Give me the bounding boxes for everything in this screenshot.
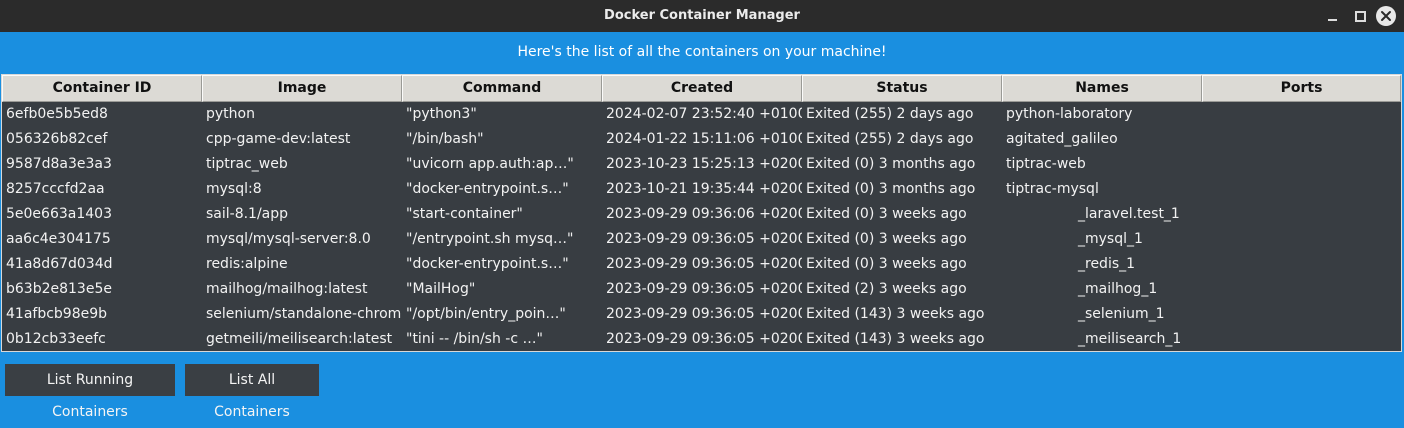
table-cell: mysql:8 [206,181,262,197]
table-cell: tiptrac_web [206,156,288,172]
list-running-containers-button[interactable]: List Running Containers [5,364,175,420]
table-cell: 2024-02-07 23:52:40 +0100 C [606,106,802,122]
table-cell: Exited (0) 3 weeks ago [806,206,967,222]
table-header: Container ID Image Command Created Status Nam… [2,75,1401,102]
table-cell: 6efb0e5b5ed8 [6,106,108,122]
column-header[interactable]: Command [402,75,602,102]
column-header[interactable]: Status [802,75,1002,102]
table-row[interactable]: b63b2e813e5e mailhog/mailhog:latest "MailH… [2,277,1401,302]
table-cell: getmeili/meilisearch:latest [206,331,393,347]
table-cell: 0b12cb33eefc [6,331,106,347]
table-cell: 2023-09-29 09:36:05 +0200 C [606,331,802,347]
table-cell [1202,202,1401,227]
table-row[interactable]: 9587d8a3e3a3 tiptrac_web "uvicorn app.auth… [2,152,1401,177]
table-cell [1202,227,1401,252]
table-cell: mailhog/mailhog:latest [206,281,368,297]
table-cell: _mailhog_1 [1078,281,1158,297]
table-cell: "docker-entrypoint.s…" [406,256,569,272]
table-cell: _meilisearch_1 [1078,331,1182,347]
table-row[interactable]: 056326b82cef cpp-game-dev:latest "/bin/bas… [2,127,1401,152]
table-cell: "/bin/bash" [406,131,484,147]
table-cell [1202,302,1401,327]
table-cell: 2024-01-22 15:11:06 +0100 C [606,131,802,147]
list-heading: Here's the list of all the containers on… [517,44,887,60]
table-row[interactable]: 6efb0e5b5ed8 python "python3" 2024-02-07 23… [2,102,1401,127]
table-cell: Exited (143) 3 weeks ago [806,331,985,347]
table-cell: 8257cccfd2aa [6,181,105,197]
table-cell [1202,152,1401,177]
table-cell [1202,327,1401,351]
table-cell: 9587d8a3e3a3 [6,156,112,172]
table-cell: Exited (255) 2 days ago [806,131,974,147]
minimize-icon[interactable] [1322,6,1342,26]
column-header[interactable]: Created [602,75,802,102]
table-cell: _redis_1 [1078,256,1136,272]
table-row[interactable]: 5e0e663a1403 sail-8.1/app "start-container… [2,202,1401,227]
table-cell: Exited (143) 3 weeks ago [806,306,985,322]
table-cell [1202,277,1401,302]
table-cell: Exited (255) 2 days ago [806,106,974,122]
table-cell: "start-container" [406,206,523,222]
window-title: Docker Container Manager [604,8,800,23]
table-cell: tiptrac-web [1006,156,1086,172]
title-bar: Docker Container Manager [0,0,1404,32]
table-cell [1202,177,1401,202]
table-cell: 2023-09-29 09:36:05 +0200 C [606,306,802,322]
table-cell: "python3" [406,106,477,122]
table-cell: Exited (0) 3 weeks ago [806,256,967,272]
close-x-glyph [1381,11,1391,21]
table-cell: _selenium_1 [1078,306,1165,322]
table-cell: 2023-09-29 09:36:05 +0200 C [606,281,802,297]
table-cell: python-laboratory [1006,106,1133,122]
column-header[interactable]: Names [1002,75,1202,102]
table-cell: Exited (0) 3 weeks ago [806,231,967,247]
table-cell: 2023-09-29 09:36:06 +0200 C [606,206,802,222]
table-cell: Exited (0) 3 months ago [806,156,976,172]
table-row[interactable]: 0b12cb33eefc getmeili/meilisearch:latest "… [2,327,1401,351]
table-cell [1202,252,1401,277]
column-header[interactable]: Ports [1202,75,1401,102]
table-cell: aa6c4e304175 [6,231,111,247]
table-cell: 2023-09-29 09:36:05 +0200 C [606,256,802,272]
table-cell: _mysql_1 [1078,231,1143,247]
table-cell: "/entrypoint.sh mysq…" [406,231,574,247]
table-row[interactable]: 8257cccfd2aa mysql:8 "docker-entrypoint.s…… [2,177,1401,202]
table-cell: tiptrac-mysql [1006,181,1099,197]
table-cell: b63b2e813e5e [6,281,112,297]
column-header[interactable]: Image [202,75,402,102]
table-cell: _laravel.test_1 [1078,206,1180,222]
table-cell: sail-8.1/app [206,206,289,222]
column-header[interactable]: Container ID [2,75,202,102]
maximize-icon[interactable] [1349,6,1369,26]
table-cell: 41a8d67d034d [6,256,113,272]
table-cell [1202,127,1401,152]
table-row[interactable]: 41a8d67d034d redis:alpine "docker-entrypoi… [2,252,1401,277]
table-cell: "uvicorn app.auth:ap…" [406,156,574,172]
table-cell [1202,102,1401,127]
table-cell: 056326b82cef [6,131,108,147]
table-cell: mysql/mysql-server:8.0 [206,231,371,247]
table-cell: 2023-10-21 19:35:44 +0200 C [606,181,802,197]
table-cell: "MailHog" [406,281,476,297]
close-icon[interactable] [1376,6,1396,26]
list-all-containers-button[interactable]: List All Containers [185,364,319,420]
table-cell: 2023-10-23 15:25:13 +0200 C [606,156,802,172]
table-cell: "tini -- /bin/sh -c …" [406,331,543,347]
table-cell: Exited (2) 3 weeks ago [806,281,967,297]
table-cell: "docker-entrypoint.s…" [406,181,569,197]
table-cell: 2023-09-29 09:36:05 +0200 C [606,231,802,247]
containers-table: Container ID Image Command Created Status Nam… [1,74,1402,352]
table-row[interactable]: 41afbcb98e9b selenium/standalone-chrome "/… [2,302,1401,327]
table-cell: cpp-game-dev:latest [206,131,351,147]
table-row[interactable]: aa6c4e304175 mysql/mysql-server:8.0 "/entr… [2,227,1401,252]
table-cell: Exited (0) 3 months ago [806,181,976,197]
table-cell: selenium/standalone-chrome [206,306,402,322]
table-cell: agitated_galileo [1006,131,1118,147]
table-cell: 41afbcb98e9b [6,306,108,322]
table-cell: "/opt/bin/entry_poin…" [406,306,566,322]
table-body[interactable]: 6efb0e5b5ed8 python "python3" 2024-02-07 23… [2,102,1401,351]
table-cell: python [206,106,255,122]
table-cell: 5e0e663a1403 [6,206,112,222]
table-cell: redis:alpine [206,256,288,272]
